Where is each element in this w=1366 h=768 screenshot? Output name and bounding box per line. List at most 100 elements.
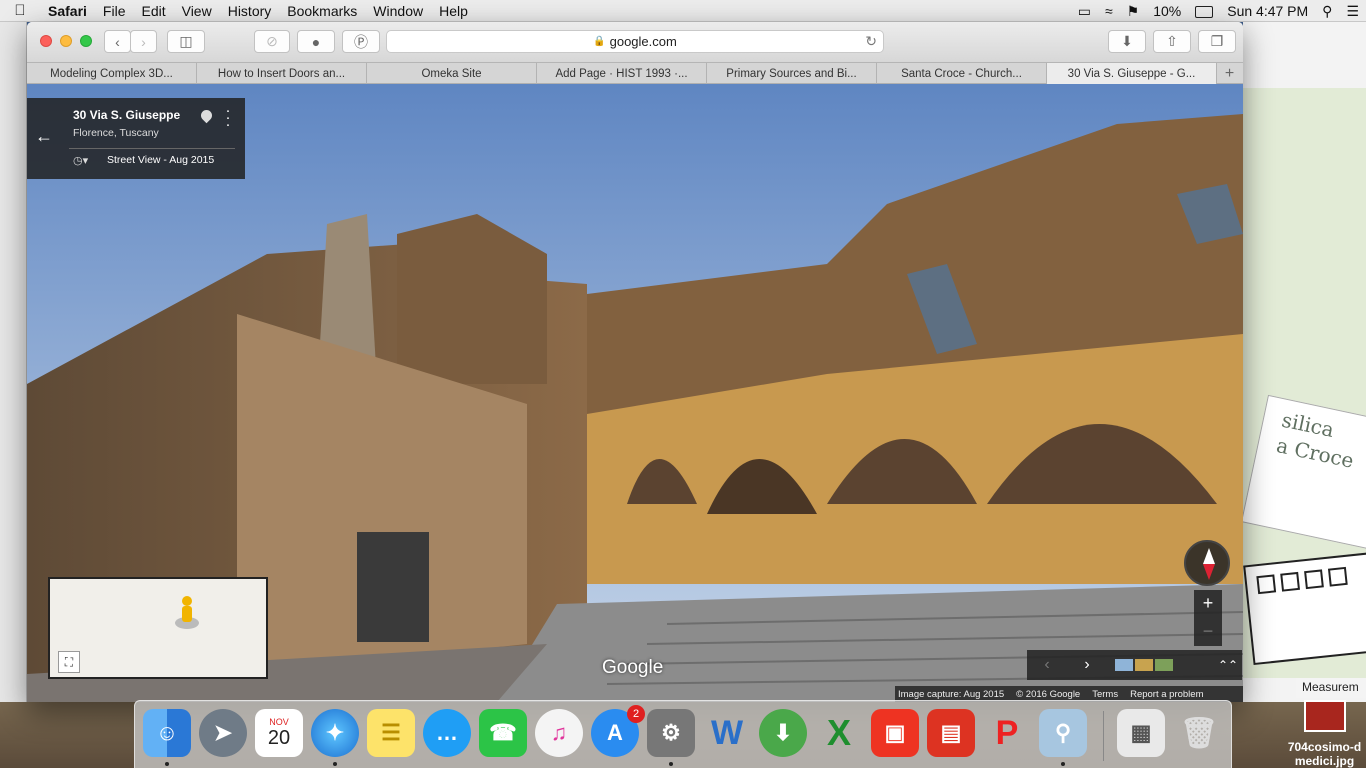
word-icon[interactable]: W [703,709,751,757]
chevron-right-icon: › [141,33,146,50]
image-capture-date: Image capture: Aug 2015 [898,688,1005,700]
style-builder-icon[interactable]: P [983,709,1031,757]
forward-button[interactable]: › [130,30,157,53]
close-window-button[interactable] [40,35,52,47]
compass-icon[interactable] [1184,540,1230,586]
facetime-icon[interactable]: ☎ [479,709,527,757]
card-divider [69,148,235,149]
tab-modeling[interactable]: Modeling Complex 3D... [27,63,197,84]
zoom-out-button[interactable]: − [1194,618,1222,646]
mini-map[interactable]: ⛶ [48,577,268,679]
expand-up-icon[interactable]: ⌃⌃ [1214,658,1242,672]
reload-icon[interactable]: ↻ [865,33,877,50]
tab-santa-croce[interactable]: Santa Croce - Church... [877,63,1047,84]
app-store-icon[interactable]: A 2 [591,705,645,757]
menu-edit[interactable]: Edit [133,3,173,19]
pinterest-icon: Ⓟ [354,33,368,50]
battery-icon[interactable] [1188,3,1220,19]
tab-street-view[interactable]: 30 Via S. Giuseppe - G... [1047,63,1217,84]
street-view-panorama[interactable]: ← 30 Via S. Giuseppe Florence, Tuscany ·… [27,84,1243,702]
ghostery-extension-button[interactable]: ● [297,30,335,53]
launchpad-icon[interactable]: ➤ [199,709,247,757]
zoom-window-button[interactable] [80,35,92,47]
menu-window[interactable]: Window [365,3,431,19]
preview-icon[interactable]: ⚲ [1039,709,1087,757]
apple-icon[interactable]:  [0,2,40,19]
sidebar-icon: ◫ [179,33,193,49]
menu-history[interactable]: History [220,3,280,19]
pegman-icon[interactable] [174,595,200,631]
next-imagery-icon[interactable]: › [1067,656,1107,674]
share-button[interactable]: ⇧ [1153,30,1191,53]
itunes-icon[interactable]: ♫ [535,709,583,757]
sidebar-button[interactable]: ◫ [167,30,205,53]
spotlight-search-icon[interactable]: ⚲ [1315,3,1339,20]
file-name-line-1: 704cosimo-d [1287,740,1362,754]
layout-icon[interactable]: ▤ [927,709,975,757]
menu-view[interactable]: View [174,3,220,19]
more-options-icon[interactable]: · · · [225,103,231,132]
dock-separator [1103,711,1104,761]
downloader-icon[interactable]: ⬇ [759,709,807,757]
block-icon: ⊘ [266,33,278,49]
history-clock-icon[interactable]: ◷▾ [73,154,88,167]
airplay-icon[interactable]: ▭ [1071,3,1098,20]
menu-help[interactable]: Help [431,3,476,19]
finder-icon[interactable]: ☺ [143,709,191,757]
floor-plan [1243,550,1366,666]
tab-omeka[interactable]: Omeka Site [367,63,537,84]
calendar-icon[interactable]: NOV 20 [255,709,303,757]
messages-icon[interactable]: … [423,709,471,757]
tab-primary-sources[interactable]: Primary Sources and Bi... [707,63,877,84]
menu-bookmarks[interactable]: Bookmarks [279,3,365,19]
block-extension-button[interactable]: ⊘ [254,30,290,53]
street-view-date[interactable]: Street View - Aug 2015 [107,154,214,166]
flag-icon[interactable]: ⚑ [1120,3,1147,20]
calendar-month: NOV [269,716,289,727]
safari-icon[interactable]: ✦ [311,709,359,757]
thumbnail-3[interactable] [1155,659,1173,671]
desktop-file-jpg[interactable]: 704cosimo-d medici.jpg [1283,700,1366,768]
app-store-badge: 2 [627,705,645,723]
preferences-running-indicator [669,762,673,766]
background-window-title: Measurem [1296,678,1366,698]
wifi-icon[interactable]: ≈ [1098,3,1120,19]
sketchup-icon[interactable]: ▣ [871,709,919,757]
back-arrow-icon[interactable]: ← [35,126,53,147]
clock[interactable]: Sun 4:47 PM [1220,3,1315,19]
tab-bar: Modeling Complex 3D... How to Insert Doo… [27,62,1243,84]
new-tab-button[interactable]: + [1217,63,1242,84]
safari-window: ‹ › ◫ ⊘ ● Ⓟ 🔒 google.com ↻ ⬇ ⇧ ❐ Modelin… [27,22,1243,702]
prev-imagery-icon[interactable]: ‹ [1027,656,1067,674]
expand-map-icon[interactable]: ⛶ [58,651,80,673]
report-problem-link[interactable]: Report a problem [1130,689,1203,700]
thumbnail-2[interactable] [1135,659,1153,671]
photo-thumbnails[interactable] [1115,659,1173,671]
menu-file[interactable]: File [95,3,134,19]
pinterest-extension-button[interactable]: Ⓟ [342,30,380,53]
notes-icon[interactable]: ☰ [367,709,415,757]
minimize-window-button[interactable] [60,35,72,47]
zoom-control: + − [1194,590,1222,646]
battery-percent[interactable]: 10% [1146,3,1188,19]
thumbnail-1[interactable] [1115,659,1133,671]
tab-overview-button[interactable]: ❐ [1198,30,1236,53]
google-logo: Google [602,657,664,678]
notification-center-icon[interactable]: ☰ [1339,3,1366,20]
tab-insert-doors[interactable]: How to Insert Doors an... [197,63,367,84]
preview-running-indicator [1061,762,1065,766]
folder-window-icon[interactable]: ▦ [1117,709,1165,757]
back-button[interactable]: ‹ [104,30,131,53]
menu-app-name[interactable]: Safari [40,3,95,19]
zoom-in-button[interactable]: + [1194,590,1222,618]
file-thumbnail [1303,700,1346,732]
terms-link[interactable]: Terms [1092,689,1118,700]
trash-icon[interactable]: 🗑 [1175,709,1223,757]
downloads-button[interactable]: ⬇ [1108,30,1146,53]
excel-icon[interactable]: X [815,709,863,757]
map-pin-icon[interactable] [198,107,215,124]
system-preferences-icon[interactable]: ⚙ [647,709,695,757]
address-bar[interactable]: 🔒 google.com ↻ [386,30,884,53]
tab-add-page[interactable]: Add Page · HIST 1993 ·... [537,63,707,84]
imagery-strip: ‹ › ⌃⌃ [1027,650,1242,680]
